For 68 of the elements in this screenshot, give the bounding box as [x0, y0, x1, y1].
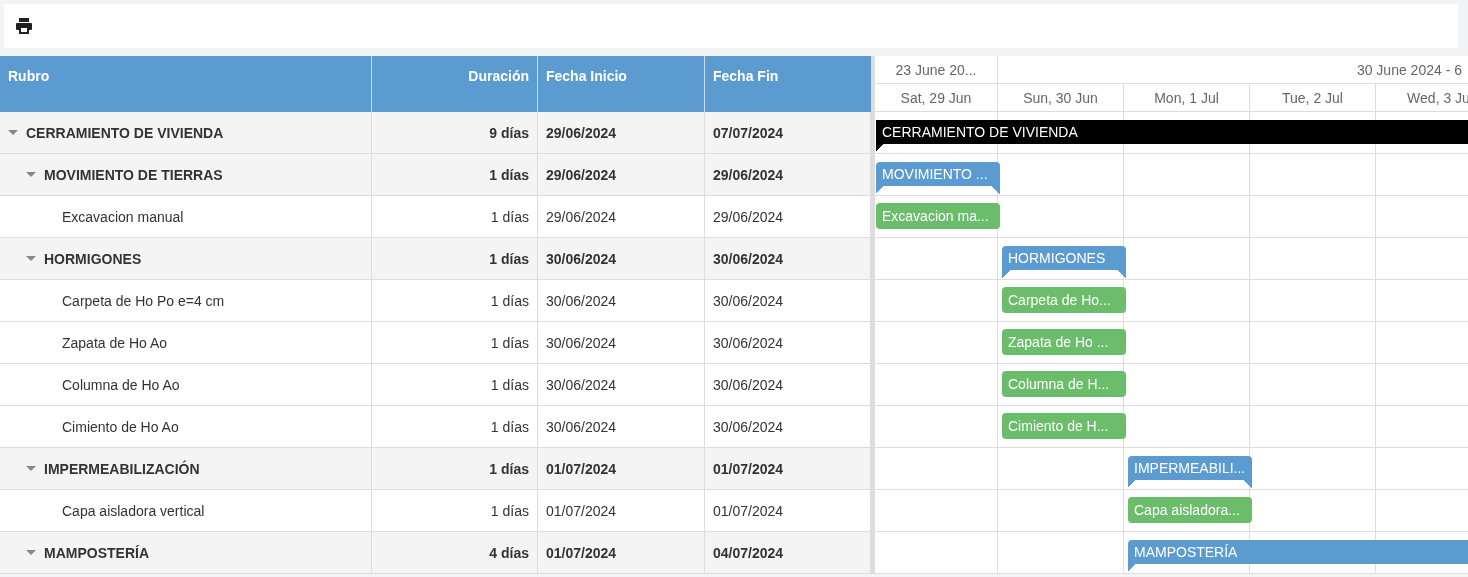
collapse-caret-icon[interactable]	[26, 550, 36, 555]
collapse-caret-icon[interactable]	[26, 256, 36, 261]
task-name: Excavacion manual	[62, 208, 184, 225]
task-name: MAMPOSTERÍA	[44, 544, 149, 561]
start-date-cell: 01/07/2024	[546, 502, 617, 519]
task-name: Carpeta de Ho Po e=4 cm	[62, 292, 225, 309]
gantt-bar[interactable]: HORMIGONES	[1002, 246, 1126, 278]
end-date-cell: 29/06/2024	[713, 166, 784, 183]
task-name: Capa aisladora vertical	[62, 502, 205, 519]
duration-cell: 1 días	[489, 166, 529, 183]
duration-cell: 4 días	[489, 544, 529, 561]
day-label: Sun, 30 Jun	[1023, 89, 1098, 106]
duration-cell: 1 días	[490, 334, 529, 351]
end-date-cell: 04/07/2024	[713, 544, 784, 561]
end-date-cell: 30/06/2024	[713, 250, 784, 267]
end-date-cell: 01/07/2024	[713, 502, 784, 519]
collapse-caret-icon[interactable]	[26, 466, 36, 471]
end-date-cell: 01/07/2024	[713, 460, 784, 477]
gantt-bar[interactable]: MAMPOSTERÍA	[1128, 540, 1468, 572]
start-date-cell: 30/06/2024	[546, 418, 617, 435]
end-date-cell: 30/06/2024	[713, 376, 784, 393]
duration-cell: 1 días	[490, 292, 529, 309]
start-date-cell: 29/06/2024	[546, 124, 617, 141]
collapse-caret-icon[interactable]	[8, 130, 18, 135]
collapse-caret-icon[interactable]	[26, 172, 36, 177]
duration-cell: 1 días	[490, 376, 529, 393]
end-date-cell: 30/06/2024	[713, 418, 784, 435]
day-label: Tue, 2 Jul	[1282, 89, 1343, 106]
task-name: HORMIGONES	[44, 250, 142, 267]
column-header[interactable]: Fecha Fin	[705, 56, 871, 112]
start-date-cell: 29/06/2024	[546, 208, 617, 225]
gantt-bar[interactable]: MOVIMIENTO ...	[876, 162, 1000, 194]
duration-cell: 1 días	[490, 418, 529, 435]
task-name: Zapata de Ho Ao	[62, 334, 168, 351]
week-label: 30 June 2024 - 6	[1356, 61, 1462, 78]
gantt-bar[interactable]: Zapata de Ho ...	[1002, 329, 1126, 355]
day-label: Mon, 1 Jul	[1154, 89, 1219, 106]
end-date-cell: 29/06/2024	[713, 208, 784, 225]
duration-cell: 1 días	[489, 250, 529, 267]
week-label: 23 June 20...	[895, 61, 977, 78]
end-date-cell: 30/06/2024	[713, 292, 784, 309]
start-date-cell: 30/06/2024	[546, 334, 617, 351]
start-date-cell: 01/07/2024	[546, 544, 617, 561]
end-date-cell: 30/06/2024	[713, 334, 784, 351]
task-name: IMPERMEABILIZACIÓN	[44, 460, 200, 477]
day-label: Sat, 29 Jun	[900, 89, 972, 106]
start-date-cell: 01/07/2024	[546, 460, 617, 477]
end-date-cell: 07/07/2024	[713, 124, 784, 141]
task-name: Cimiento de Ho Ao	[62, 418, 179, 435]
duration-cell: 9 días	[489, 124, 529, 141]
gantt-bar[interactable]: IMPERMEABILI...	[1128, 456, 1252, 488]
start-date-cell: 29/06/2024	[546, 166, 617, 183]
gantt-bar[interactable]: Carpeta de Ho...	[1002, 287, 1126, 313]
gantt-bar[interactable]: Cimiento de H...	[1002, 413, 1126, 439]
start-date-cell: 30/06/2024	[546, 376, 617, 393]
duration-cell: 1 días	[490, 502, 529, 519]
gantt-bar[interactable]: Excavacion ma...	[876, 203, 1000, 229]
gantt-bar[interactable]: CERRAMIENTO DE VIVIENDA	[876, 120, 1468, 152]
task-name: CERRAMIENTO DE VIVIENDA	[26, 124, 224, 141]
start-date-cell: 30/06/2024	[546, 292, 617, 309]
task-name: MOVIMIENTO DE TIERRAS	[44, 166, 223, 183]
duration-cell: 1 días	[490, 208, 529, 225]
day-label: Wed, 3 Ju	[1407, 89, 1468, 106]
gantt-bar[interactable]: Capa aisladora...	[1128, 497, 1252, 523]
task-name: Columna de Ho Ao	[62, 376, 180, 393]
start-date-cell: 30/06/2024	[546, 250, 617, 267]
duration-cell: 1 días	[489, 460, 529, 477]
gantt-bar[interactable]: Columna de H...	[1002, 371, 1126, 397]
